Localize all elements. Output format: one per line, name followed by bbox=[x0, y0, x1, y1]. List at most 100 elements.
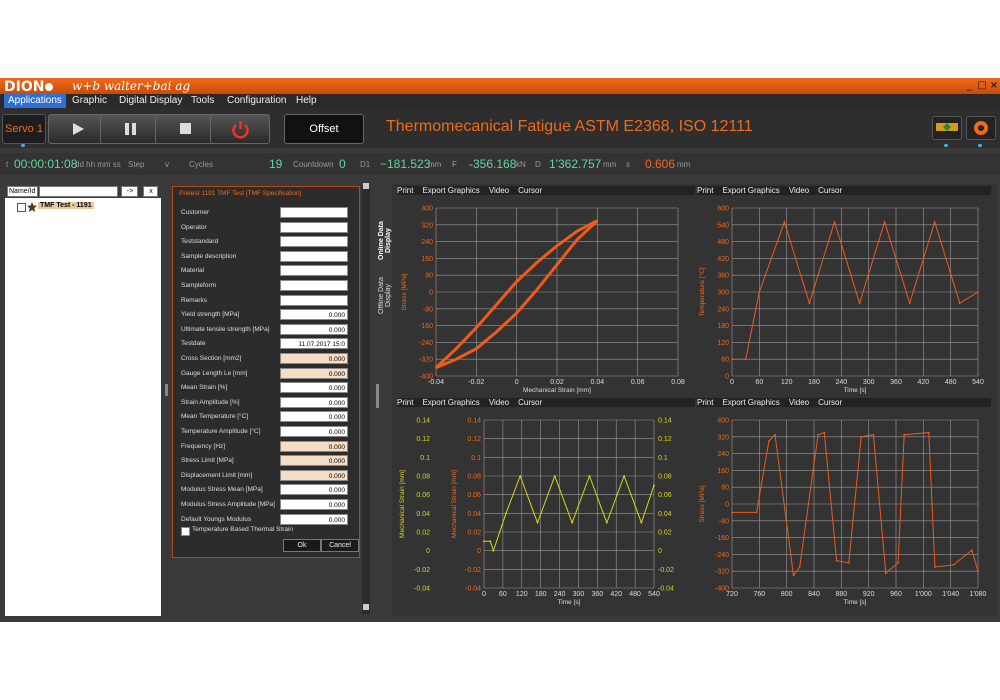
print-menu[interactable]: Print bbox=[397, 186, 413, 195]
video-menu[interactable]: Video bbox=[489, 398, 509, 407]
form-input[interactable]: 0.000 bbox=[280, 309, 348, 321]
export-graphics-menu[interactable]: Export Graphics bbox=[722, 398, 779, 407]
close-button[interactable]: × bbox=[988, 80, 1000, 91]
form-scrollbar[interactable] bbox=[362, 186, 370, 614]
f-label: F bbox=[452, 160, 457, 169]
form-input[interactable]: 11.07.2017 15:0 bbox=[280, 338, 348, 350]
y-tick-label: 0.1 bbox=[471, 455, 481, 462]
cursor-menu[interactable]: Cursor bbox=[818, 398, 842, 407]
scroll-down-arrow[interactable] bbox=[363, 604, 369, 610]
x-tick-label: 0.02 bbox=[550, 379, 564, 386]
data-point bbox=[588, 475, 591, 477]
tree-item-tmf-test[interactable]: TMF Test - 1191 bbox=[38, 202, 94, 209]
data-point bbox=[483, 540, 485, 543]
menu-applications[interactable]: Applications bbox=[4, 94, 66, 108]
test-tree-panel: Name/Id -> x TMF Test - 1191 bbox=[5, 184, 161, 616]
thermal-strain-checkbox[interactable] bbox=[181, 527, 190, 536]
ok-button[interactable]: Ok bbox=[283, 539, 321, 552]
cursor-menu[interactable]: Cursor bbox=[518, 186, 542, 195]
menu-tools[interactable]: Tools bbox=[187, 94, 218, 108]
form-input[interactable] bbox=[280, 294, 348, 306]
pause-button[interactable] bbox=[100, 114, 160, 144]
tree-expand-icon[interactable] bbox=[17, 203, 26, 212]
data-point bbox=[833, 221, 836, 223]
s-value: 0.606 bbox=[645, 157, 676, 171]
power-button[interactable] bbox=[210, 114, 270, 144]
maximize-button[interactable]: □ bbox=[976, 80, 988, 91]
form-input[interactable]: 0.000 bbox=[280, 426, 348, 437]
video-menu[interactable]: Video bbox=[789, 186, 809, 195]
print-menu[interactable]: Print bbox=[697, 398, 713, 407]
export-graphics-menu[interactable]: Export Graphics bbox=[422, 186, 479, 195]
form-label: Modulus Stress Amplitude [MPa] bbox=[181, 501, 275, 508]
form-input[interactable] bbox=[280, 236, 348, 248]
x-tick-label: 880 bbox=[835, 591, 847, 598]
x-tick-label: 120 bbox=[516, 591, 528, 598]
play-button[interactable] bbox=[48, 114, 108, 144]
video-menu[interactable]: Video bbox=[489, 186, 509, 195]
menu-graphic[interactable]: Graphic bbox=[68, 94, 111, 108]
form-input[interactable]: 0.000 bbox=[280, 499, 348, 510]
record-button[interactable] bbox=[966, 116, 996, 140]
servo-selector[interactable]: Servo 1 bbox=[2, 114, 46, 144]
form-input[interactable] bbox=[280, 280, 348, 291]
form-input[interactable]: 0.000 bbox=[280, 484, 348, 496]
form-input[interactable] bbox=[280, 221, 348, 233]
y-tick-label-outer: 0.14 bbox=[416, 418, 430, 425]
export-graphics-menu[interactable]: Export Graphics bbox=[422, 398, 479, 407]
print-menu[interactable]: Print bbox=[397, 398, 413, 407]
y-tick-label: 0.08 bbox=[467, 474, 481, 481]
panel-splitter[interactable] bbox=[376, 384, 379, 408]
form-input[interactable]: 0.000 bbox=[280, 323, 348, 335]
form-input[interactable] bbox=[280, 250, 348, 262]
menu-digital-display[interactable]: Digital Display bbox=[115, 94, 186, 108]
form-input[interactable]: 0.000 bbox=[280, 469, 348, 481]
form-input[interactable]: 0.000 bbox=[280, 382, 348, 394]
data-point bbox=[475, 347, 478, 350]
scroll-up-arrow[interactable] bbox=[363, 183, 369, 189]
offset-button[interactable]: Offset bbox=[284, 114, 364, 144]
cursor-menu[interactable]: Cursor bbox=[818, 186, 842, 195]
form-input[interactable] bbox=[280, 265, 348, 277]
menu-help[interactable]: Help bbox=[292, 94, 321, 108]
y-tick-label: 320 bbox=[421, 222, 433, 229]
tab-online-data-display[interactable]: Online Data Display bbox=[378, 216, 392, 266]
filter-go-button[interactable]: -> bbox=[121, 186, 138, 197]
export-graphics-menu[interactable]: Export Graphics bbox=[722, 186, 779, 195]
d-label: D bbox=[535, 160, 541, 169]
x-tick-label: 240 bbox=[554, 591, 566, 598]
form-label: Mean Temperature [°C] bbox=[181, 413, 249, 421]
x-tick-label: 0.06 bbox=[631, 379, 645, 386]
y-tick-label: 240 bbox=[717, 451, 729, 458]
data-point bbox=[653, 484, 655, 487]
menu-configuration[interactable]: Configuration bbox=[223, 94, 290, 108]
form-input[interactable] bbox=[280, 207, 348, 218]
form-input[interactable]: 0.000 bbox=[280, 411, 348, 423]
cancel-button[interactable]: Cancel bbox=[321, 539, 359, 552]
print-menu[interactable]: Print bbox=[697, 186, 713, 195]
form-label: Displacement Limit [mm] bbox=[181, 471, 253, 479]
video-menu[interactable]: Video bbox=[789, 398, 809, 407]
form-label: Mean Strain [%] bbox=[181, 384, 228, 392]
stop-button[interactable] bbox=[155, 114, 215, 144]
minimize-button[interactable]: _ bbox=[963, 80, 975, 91]
form-input[interactable]: 0.000 bbox=[280, 353, 348, 364]
y-axis-label: Stress [MPa] bbox=[401, 273, 408, 310]
data-point bbox=[977, 291, 979, 293]
form-input[interactable]: 0.000 bbox=[280, 367, 348, 379]
sidebar-splitter[interactable] bbox=[165, 384, 168, 396]
y-tick-label-outer: 0.1 bbox=[420, 455, 430, 462]
menu-bar: Applications Graphic Digital Display Too… bbox=[0, 94, 1000, 108]
form-input[interactable]: 0.000 bbox=[280, 396, 348, 408]
form-input[interactable]: 0.000 bbox=[280, 455, 348, 467]
specimen-button[interactable] bbox=[932, 116, 962, 140]
filter-clear-button[interactable]: x bbox=[143, 186, 158, 197]
form-input[interactable]: 0.000 bbox=[280, 440, 348, 452]
x-tick-label: 0 bbox=[730, 379, 734, 386]
y-tick-label: -80 bbox=[719, 518, 729, 525]
tab-offline-data-display[interactable]: Offline Data Display bbox=[378, 268, 392, 324]
data-point bbox=[884, 572, 887, 575]
cursor-menu[interactable]: Cursor bbox=[518, 398, 542, 407]
filter-input[interactable] bbox=[39, 186, 118, 197]
form-input[interactable]: 0.000 bbox=[280, 513, 348, 525]
